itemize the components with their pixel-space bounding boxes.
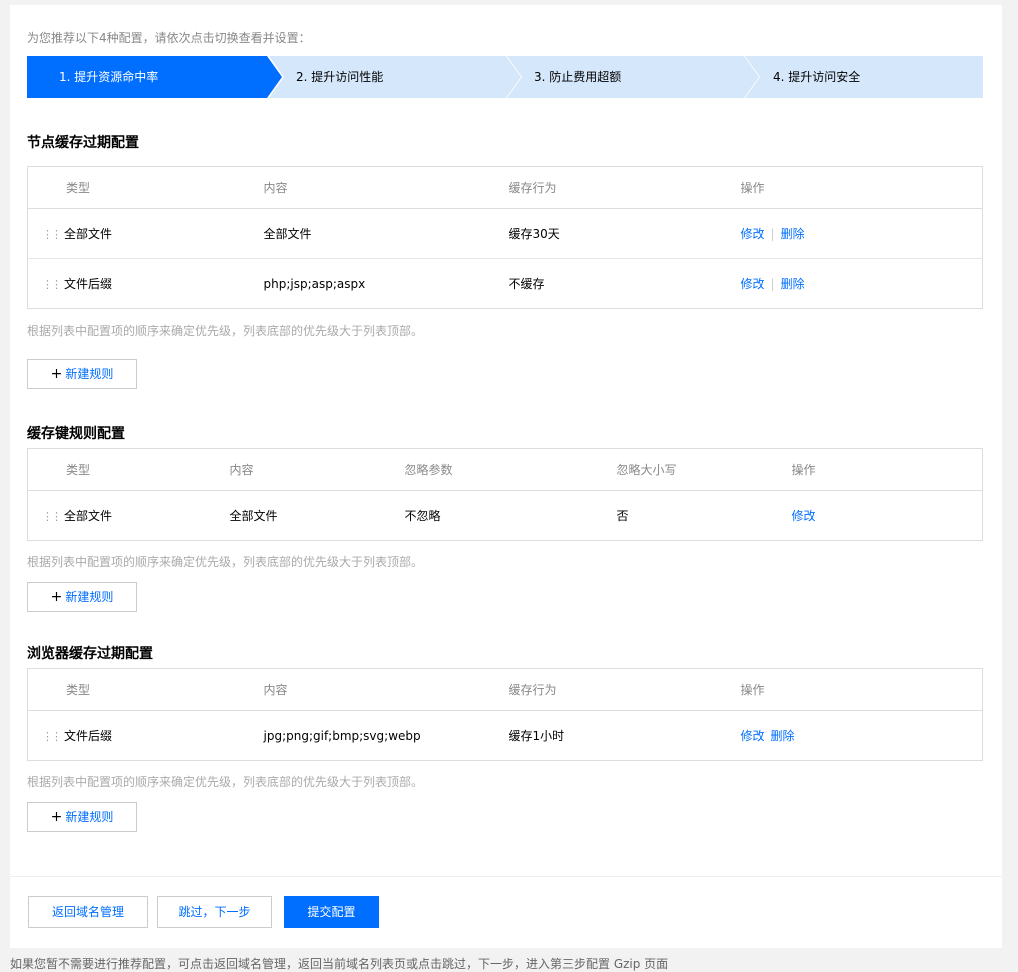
table-row: ⋮⋮ 全部文件 全部文件 不忽略 否 修改 [28, 491, 983, 541]
table-header-row: 类型 内容 缓存行为 操作 [27, 668, 983, 711]
col-header: 类型 [27, 448, 230, 491]
table-header-row: 类型 内容 缓存行为 操作 [27, 166, 983, 209]
skip-next-button[interactable]: 跳过，下一步 [157, 896, 272, 928]
col-header: 内容 [229, 448, 405, 491]
cell-content: 全部文件 [229, 509, 278, 523]
step-nav: 1. 提升资源命中率 2. 提升访问性能 3. 防止费用超额 4. 提升访问安全 [27, 56, 983, 98]
col-header: 忽略参数 [404, 448, 617, 491]
cell-ignore-params: 不忽略 [404, 509, 441, 523]
back-to-domains-button[interactable]: 返回域名管理 [28, 896, 148, 928]
plus-icon: + [50, 809, 63, 825]
edit-link[interactable]: 修改 [792, 509, 816, 523]
drag-handle-icon[interactable]: ⋮⋮ [28, 278, 64, 291]
plus-icon: + [50, 589, 63, 605]
bottom-note: 如果您暂不需要进行推荐配置，可点击返回域名管理，返回当前域名列表页或点击跳过，下… [10, 957, 669, 971]
col-header: 缓存行为 [508, 668, 741, 711]
priority-hint: 根据列表中配置项的顺序来确定优先级，列表底部的优先级大于列表顶部。 [27, 555, 424, 569]
col-header: 忽略大小写 [616, 448, 792, 491]
add-rule-button[interactable]: + 新建规则 [27, 802, 137, 832]
col-header: 操作 [740, 166, 983, 209]
edit-link[interactable]: 修改 [741, 227, 765, 241]
browser-cache-table: 类型 内容 缓存行为 操作 ⋮⋮ 文件后缀 jpg;png;gif;bmp;svg… [27, 668, 983, 761]
plus-icon: + [50, 366, 63, 382]
delete-link[interactable]: 删除 [781, 227, 805, 241]
divider: | [770, 277, 775, 291]
table-row: ⋮⋮ 文件后缀 jpg;png;gif;bmp;svg;webp 缓存1小时 修改… [28, 711, 983, 761]
cache-key-title: 缓存键规则配置 [27, 426, 125, 442]
col-header: 缓存行为 [508, 166, 741, 209]
table-row: ⋮⋮ 文件后缀 php;jsp;asp;aspx 不缓存 修改 | 删除 [28, 259, 983, 309]
cell-behavior: 不缓存 [508, 277, 545, 291]
step-2[interactable]: 2. 提升访问性能 [269, 56, 521, 98]
col-header: 类型 [27, 668, 264, 711]
col-header: 内容 [263, 166, 509, 209]
step-3[interactable]: 3. 防止费用超额 [507, 56, 759, 98]
cell-content: php;jsp;asp;aspx [263, 276, 366, 291]
node-cache-table: 类型 内容 缓存行为 操作 ⋮⋮ 全部文件 全部文件 缓存30天 修改 | 删除 ⋮⋮… [27, 166, 983, 309]
cell-type: 文件后缀 [64, 277, 113, 291]
cell-content: 全部文件 [263, 208, 509, 259]
add-rule-button[interactable]: + 新建规则 [27, 359, 137, 389]
cell-behavior: 缓存1小时 [508, 729, 565, 743]
drag-handle-icon[interactable]: ⋮⋮ [28, 510, 64, 523]
drag-handle-icon[interactable]: ⋮⋮ [28, 730, 64, 743]
cell-type: 全部文件 [64, 509, 113, 523]
add-rule-button[interactable]: + 新建规则 [27, 582, 137, 612]
priority-hint: 根据列表中配置项的顺序来确定优先级，列表底部的优先级大于列表顶部。 [27, 775, 424, 789]
table-row: ⋮⋮ 全部文件 全部文件 缓存30天 修改 | 删除 [27, 208, 983, 259]
cell-type: 文件后缀 [64, 729, 113, 743]
edit-link[interactable]: 修改 [741, 729, 765, 743]
drag-handle-icon[interactable]: ⋮⋮ [28, 228, 64, 241]
intro-text: 为您推荐以下4种配置，请依次点击切换查看并设置： [27, 31, 311, 45]
priority-hint: 根据列表中配置项的顺序来确定优先级，列表底部的优先级大于列表顶部。 [27, 324, 424, 338]
browser-cache-title: 浏览器缓存过期配置 [27, 646, 153, 662]
cache-key-table: 类型 内容 忽略参数 忽略大小写 操作 ⋮⋮ 全部文件 全部文件 不忽略 否 修改 [27, 448, 983, 541]
footer-divider [10, 876, 1002, 877]
table-header-row: 类型 内容 忽略参数 忽略大小写 操作 [27, 448, 983, 491]
edit-link[interactable]: 修改 [741, 277, 765, 291]
step-4[interactable]: 4. 提升访问安全 [745, 56, 983, 98]
col-header: 操作 [791, 448, 983, 491]
config-card: 为您推荐以下4种配置，请依次点击切换查看并设置： 1. 提升资源命中率 2. 提… [10, 5, 1002, 948]
step-1[interactable]: 1. 提升资源命中率 [27, 56, 282, 98]
cell-ignore-case: 否 [616, 509, 629, 523]
node-cache-title: 节点缓存过期配置 [27, 135, 139, 151]
col-header: 类型 [27, 166, 264, 209]
delete-link[interactable]: 删除 [781, 277, 805, 291]
cell-behavior: 缓存30天 [508, 208, 741, 259]
cell-content: jpg;png;gif;bmp;svg;webp [263, 728, 421, 743]
delete-link[interactable]: 删除 [771, 729, 795, 743]
submit-config-button[interactable]: 提交配置 [284, 896, 379, 928]
col-header: 内容 [263, 668, 509, 711]
col-header: 操作 [740, 668, 983, 711]
cell-type: 全部文件 [64, 227, 113, 241]
divider: | [770, 227, 775, 241]
